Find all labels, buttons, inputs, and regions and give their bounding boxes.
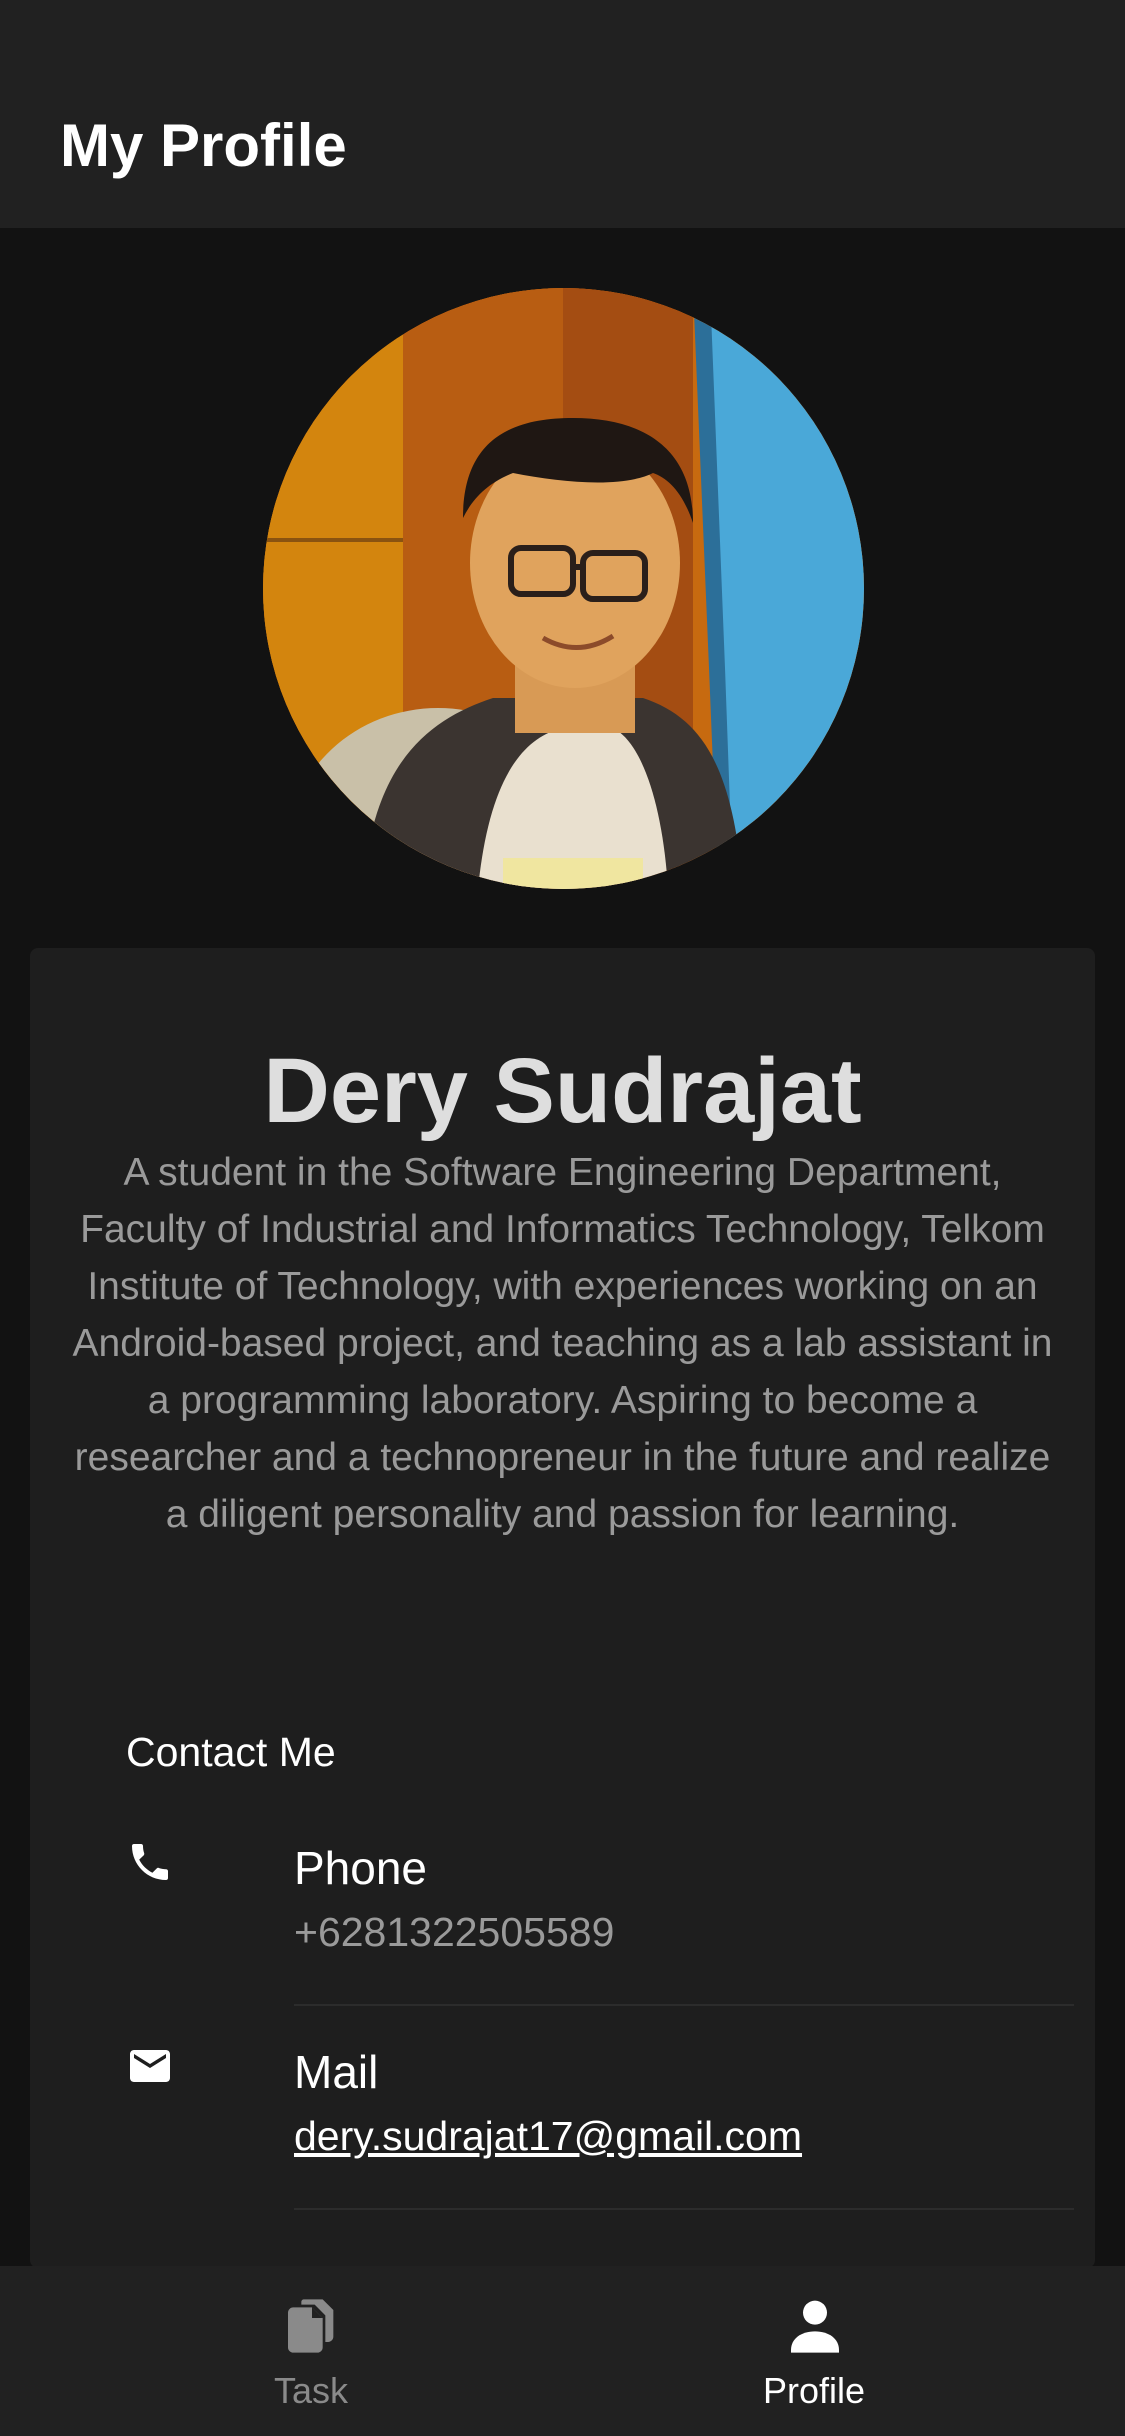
profile-name: Dery Sudrajat bbox=[263, 1040, 862, 1142]
profile-card: Dery Sudrajat A student in the Software … bbox=[30, 948, 1095, 2268]
contact-label-mail: Mail bbox=[294, 2046, 379, 2098]
contact-section-title: Contact Me bbox=[126, 1729, 336, 1775]
phone-number[interactable]: +6281322505589 bbox=[294, 1904, 614, 1960]
page-title: My Profile bbox=[60, 112, 347, 179]
divider bbox=[294, 2208, 1074, 2210]
mail-icon bbox=[130, 2050, 170, 2082]
nav-item-profile[interactable]: Profile bbox=[533, 2266, 1095, 2436]
contact-item-phone[interactable]: Phone +6281322505589 bbox=[30, 1838, 1095, 2043]
email-link[interactable]: dery.sudrajat17@gmail.com bbox=[294, 2108, 802, 2164]
task-icon bbox=[288, 2299, 334, 2353]
profile-icon bbox=[791, 2300, 839, 2353]
contact-item-mail[interactable]: Mail dery.sudrajat17@gmail.com bbox=[30, 2042, 1095, 2247]
divider bbox=[294, 2004, 1074, 2006]
nav-item-task[interactable]: Task bbox=[30, 2266, 592, 2436]
profile-avatar bbox=[263, 288, 864, 889]
phone-icon bbox=[132, 1844, 168, 1880]
profile-bio: A student in the Software Engineering De… bbox=[72, 1151, 1053, 1536]
profile-photo bbox=[263, 288, 864, 889]
nav-label-profile: Profile bbox=[762, 2370, 866, 2411]
app-bar: My Profile bbox=[0, 0, 1125, 228]
nav-label-task: Task bbox=[273, 2370, 349, 2411]
bottom-navigation: Task Profile bbox=[0, 2266, 1125, 2436]
contact-label-phone: Phone bbox=[294, 1842, 428, 1894]
